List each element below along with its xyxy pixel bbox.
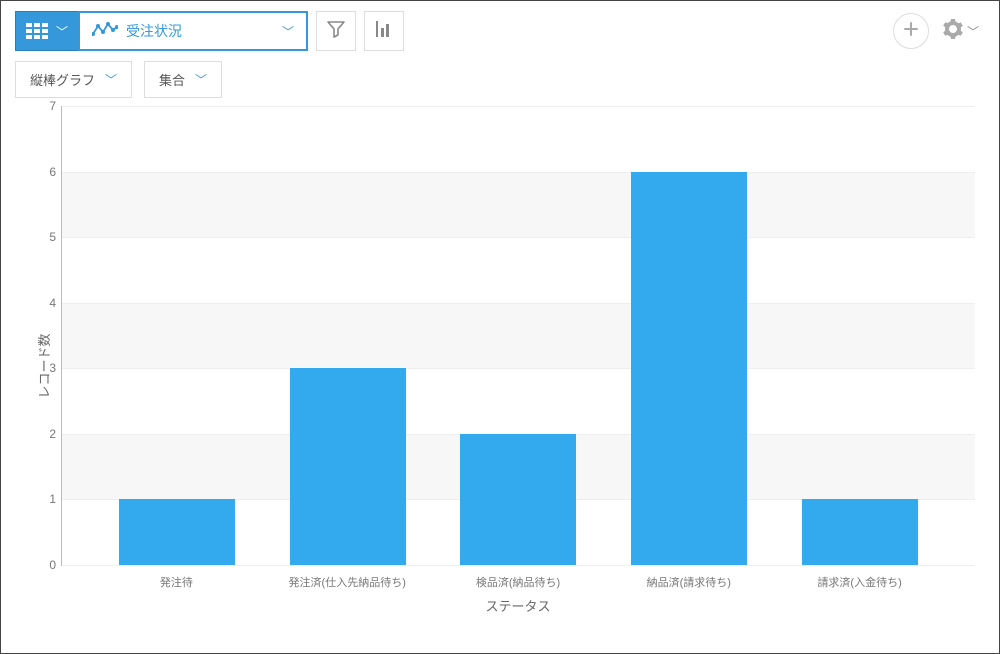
view-group: ﹀ 受注状況 ﹀ <box>15 11 308 51</box>
chart-controls: 縦棒グラフ ﹀ 集合 ﹀ <box>1 61 999 106</box>
y-tick: 1 <box>34 492 56 506</box>
bar[interactable] <box>802 499 918 565</box>
group-mode-label: 集合 <box>159 70 185 89</box>
chart-toggle-button[interactable] <box>364 11 404 51</box>
x-tick-label: 発注待 <box>91 574 262 590</box>
bar[interactable] <box>631 172 747 565</box>
gear-icon <box>943 19 963 44</box>
view-name: 受注状況 <box>126 21 182 41</box>
bars <box>62 106 975 565</box>
x-axis-label: ステータス <box>61 590 975 615</box>
table-view-button[interactable]: ﹀ <box>15 11 78 51</box>
x-tick-label: 請求済(入金待ち) <box>774 574 945 590</box>
plot: 01234567 <box>61 106 975 566</box>
chart-area: レコード数 01234567 発注待発注済(仕入先納品待ち)検品済(納品待ち)納… <box>1 106 999 626</box>
y-tick: 4 <box>34 296 56 310</box>
bar[interactable] <box>119 499 235 565</box>
settings-button[interactable]: ﹀ <box>937 19 985 44</box>
toolbar: ﹀ 受注状況 ﹀ ﹀ <box>1 1 999 61</box>
y-tick: 7 <box>34 99 56 113</box>
x-tick-labels: 発注待発注済(仕入先納品待ち)検品済(納品待ち)納品済(請求待ち)請求済(入金待… <box>61 566 975 590</box>
chart-type-select[interactable]: 縦棒グラフ ﹀ <box>15 61 132 98</box>
filter-button[interactable] <box>316 11 356 51</box>
chevron-down-icon: ﹀ <box>282 23 294 40</box>
plus-icon <box>903 21 919 42</box>
funnel-icon <box>327 20 345 43</box>
y-tick: 2 <box>34 427 56 441</box>
bar[interactable] <box>290 368 406 565</box>
y-tick: 6 <box>34 165 56 179</box>
chevron-down-icon: ﹀ <box>967 23 979 40</box>
line-chart-icon <box>92 22 118 41</box>
chevron-down-icon: ﹀ <box>105 71 117 88</box>
bar[interactable] <box>460 434 576 565</box>
view-dropdown[interactable]: 受注状況 ﹀ <box>78 11 308 51</box>
chevron-down-icon: ﹀ <box>56 23 68 40</box>
table-icon <box>26 23 48 39</box>
x-tick-label: 検品済(納品待ち) <box>433 574 604 590</box>
bar-chart-icon <box>375 20 393 43</box>
group-mode-select[interactable]: 集合 ﹀ <box>144 61 222 98</box>
add-button[interactable] <box>893 13 929 49</box>
y-tick: 5 <box>34 230 56 244</box>
y-tick: 0 <box>34 558 56 572</box>
x-tick-label: 納品済(請求待ち) <box>603 574 774 590</box>
chevron-down-icon: ﹀ <box>195 71 207 88</box>
x-tick-label: 発注済(仕入先納品待ち) <box>262 574 433 590</box>
chart-type-label: 縦棒グラフ <box>30 70 95 89</box>
y-tick: 3 <box>34 361 56 375</box>
